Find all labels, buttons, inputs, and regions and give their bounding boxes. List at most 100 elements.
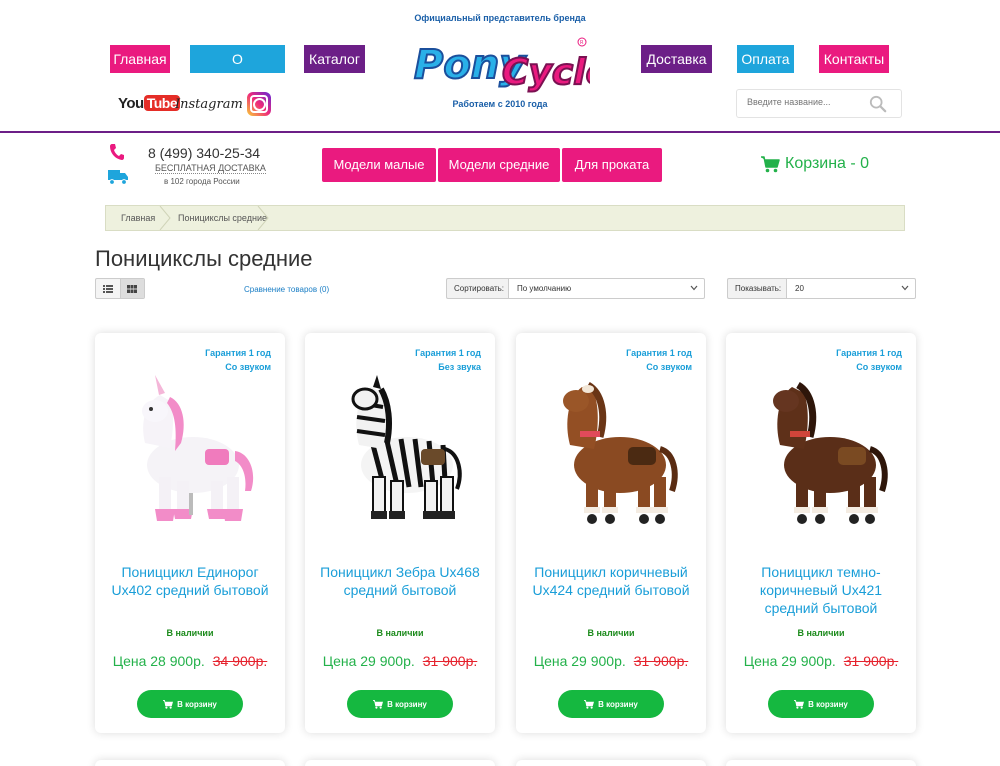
sound-badge: Со звуком	[225, 362, 271, 372]
breadcrumb-separator-icon	[159, 206, 171, 230]
add-to-cart-button[interactable]: В корзину	[558, 690, 664, 718]
breadcrumb: Главная Поницикслы средние	[105, 205, 905, 231]
add-to-cart-label: В корзину	[387, 699, 427, 709]
old-price: 31 900р.	[843, 653, 899, 669]
cart-icon	[794, 699, 805, 709]
cart-icon	[584, 699, 595, 709]
ponycycle-logo[interactable]: Pony Cycle R	[410, 28, 611, 94]
breadcrumb-home[interactable]: Главная	[121, 213, 155, 223]
add-to-cart-button[interactable]: В корзину	[347, 690, 453, 718]
instagram-link[interactable]: Instagram	[175, 92, 271, 116]
nav-contacts[interactable]: Контакты	[819, 45, 889, 73]
warranty-badge: Гарантия 1 год	[205, 348, 271, 358]
sort-select[interactable]: По умолчанию	[508, 278, 705, 299]
phone-number[interactable]: 8 (499) 340-25-34	[148, 145, 260, 161]
list-icon	[102, 284, 113, 293]
current-price: Цена 29 900р.	[743, 653, 836, 669]
view-toggle	[95, 278, 145, 299]
product-card-next-row	[516, 760, 706, 766]
logo-graphic: Pony Cycle R	[413, 37, 611, 94]
warranty-badge: Гарантия 1 год	[415, 348, 481, 358]
list-view-button[interactable]	[96, 279, 120, 298]
old-price: 31 900р.	[633, 653, 689, 669]
current-price: Цена 29 900р.	[533, 653, 626, 669]
search-input[interactable]	[747, 97, 867, 107]
instagram-wordmark: Instagram	[175, 96, 243, 112]
cart-icon	[761, 155, 780, 172]
zebra-image[interactable]	[325, 373, 475, 531]
product-card: Гарантия 1 год Со звуком Пониццикл темно…	[726, 333, 916, 733]
cart-link[interactable]: Корзина - 0	[761, 155, 869, 173]
phone-icon	[110, 144, 124, 160]
add-to-cart-label: В корзину	[177, 699, 217, 709]
category-small-models[interactable]: Модели малые	[322, 148, 436, 182]
cart-label: Корзина - 0	[785, 155, 870, 172]
free-shipping-label[interactable]: БЕСПЛАТНАЯ ДОСТАВКА	[155, 163, 266, 174]
product-card: Гарантия 1 год Со звуком Пониццикл Едино…	[95, 333, 285, 733]
shipping-cities: в 102 города России	[164, 177, 240, 186]
youtube-link[interactable]: You Tube	[118, 95, 181, 115]
dark-brown-horse-image[interactable]	[746, 373, 896, 531]
stock-status: В наличии	[797, 628, 845, 638]
unicorn-image[interactable]	[115, 373, 265, 531]
search-box	[736, 89, 902, 118]
old-price: 34 900р.	[212, 653, 268, 669]
product-card-next-row	[95, 760, 285, 766]
nav-payment[interactable]: Оплата	[737, 45, 794, 73]
nav-home[interactable]: Главная	[110, 45, 170, 73]
cart-icon	[373, 699, 384, 709]
sound-badge: Без звука	[438, 362, 481, 372]
price-block: Цена 29 900р. 31 900р.	[305, 653, 495, 669]
brown-horse-image[interactable]	[536, 373, 686, 531]
sort-select-value: По умолчанию	[517, 284, 572, 293]
product-card-next-row	[726, 760, 916, 766]
truck-icon	[108, 170, 128, 185]
grid-view-button[interactable]	[119, 279, 144, 298]
product-card-next-row	[305, 760, 495, 766]
header-divider	[0, 131, 1000, 133]
current-price: Цена 29 900р.	[322, 653, 415, 669]
product-name-link[interactable]: Пониццикл темно-коричневый Ux421 средний…	[738, 563, 904, 617]
breadcrumb-separator-icon	[257, 206, 269, 230]
warranty-badge: Гарантия 1 год	[626, 348, 692, 358]
brand-tagline: Официальный представитель бренда	[414, 13, 586, 23]
nav-catalog[interactable]: Каталог	[304, 45, 365, 73]
grid-icon	[127, 284, 138, 293]
instagram-icon	[246, 92, 271, 116]
product-name-link[interactable]: Пониццикл Зебра Ux468 средний бытовой	[317, 563, 483, 599]
category-medium-models[interactable]: Модели средние	[438, 148, 560, 182]
show-label: Показывать:	[727, 278, 786, 299]
stock-status: В наличии	[166, 628, 214, 638]
show-select[interactable]: 20	[786, 278, 916, 299]
product-name-link[interactable]: Пониццикл коричневый Ux424 средний бытов…	[528, 563, 694, 599]
sound-badge: Со звуком	[856, 362, 902, 372]
search-icon[interactable]	[869, 95, 887, 113]
old-price: 31 900р.	[422, 653, 478, 669]
product-card: Гарантия 1 год Со звуком Пониццикл корич…	[516, 333, 706, 733]
youtube-logo-you: You	[118, 95, 144, 112]
product-card: Гарантия 1 год Без звука Пониццикл Зебра…	[305, 333, 495, 733]
product-name-link[interactable]: Пониццикл Единорог Ux402 средний бытовой	[107, 563, 273, 599]
svg-text:R: R	[580, 40, 584, 46]
breadcrumb-current: Поницикслы средние	[178, 213, 267, 223]
svg-text:Cycle: Cycle	[502, 52, 590, 93]
current-price: Цена 28 900р.	[112, 653, 205, 669]
category-rental[interactable]: Для проката	[562, 148, 662, 182]
nav-about[interactable]: О поницикслах	[190, 45, 285, 95]
stock-status: В наличии	[587, 628, 635, 638]
sound-badge: Со звуком	[646, 362, 692, 372]
show-select-value: 20	[795, 284, 804, 293]
add-to-cart-button[interactable]: В корзину	[768, 690, 874, 718]
stock-status: В наличии	[376, 628, 424, 638]
price-block: Цена 28 900р. 34 900р.	[95, 653, 285, 669]
sort-label: Сортировать:	[446, 278, 508, 299]
compare-products-link[interactable]: Сравнение товаров (0)	[244, 285, 329, 294]
nav-delivery[interactable]: Доставка	[641, 45, 712, 73]
chevron-down-icon	[901, 285, 909, 291]
cart-icon	[163, 699, 174, 709]
add-to-cart-label: В корзину	[808, 699, 848, 709]
price-block: Цена 29 900р. 31 900р.	[726, 653, 916, 669]
chevron-down-icon	[690, 285, 698, 291]
page-title: Поницикслы средние	[95, 246, 313, 271]
add-to-cart-button[interactable]: В корзину	[137, 690, 243, 718]
